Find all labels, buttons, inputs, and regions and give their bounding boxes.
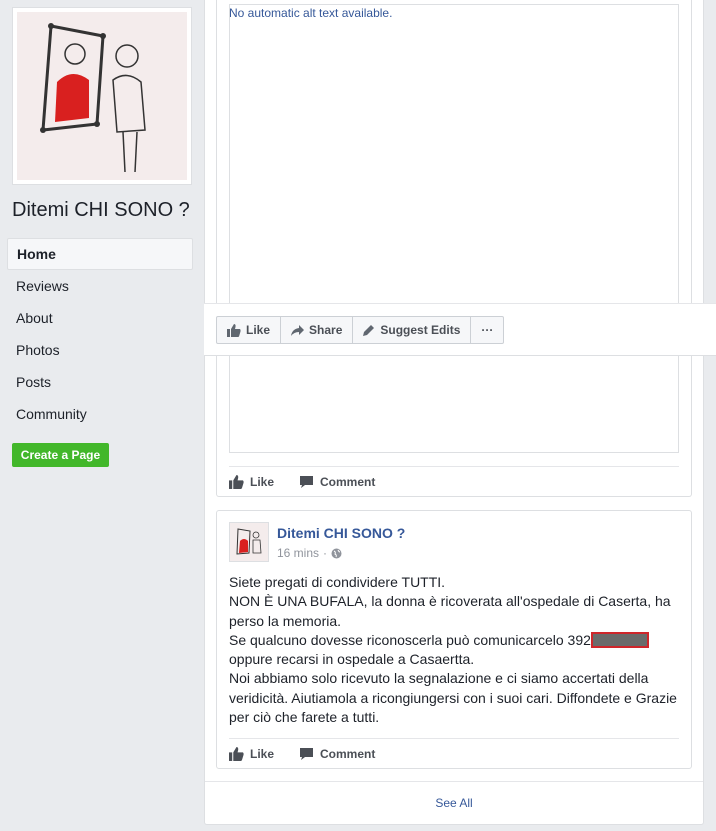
post-line-phone: Se qualcuno dovesse riconoscerla può com…	[229, 631, 681, 650]
comment-bubble-icon	[299, 475, 314, 489]
post-line: Noi abbiamo solo ricevuto la segnalazion…	[229, 670, 677, 726]
post-meta: 16 mins ·	[277, 546, 342, 560]
nav-item-posts[interactable]: Posts	[7, 366, 193, 398]
suggest-edits-label: Suggest Edits	[380, 323, 461, 337]
nav-item-reviews[interactable]: Reviews	[7, 270, 193, 302]
nav-item-about[interactable]: About	[7, 302, 193, 334]
thumbs-up-icon	[229, 746, 244, 761]
comment-button[interactable]: Comment	[299, 475, 375, 489]
comment-label: Comment	[320, 474, 376, 489]
create-page-button[interactable]: Create a Page	[12, 443, 109, 467]
pencil-icon	[363, 324, 375, 336]
post-line: Siete pregati di condividere TUTTI.	[229, 574, 446, 590]
suggest-edits-button[interactable]: Suggest Edits	[353, 317, 472, 343]
post-line: NON È UNA BUFALA, la donna è ricoverata …	[229, 593, 671, 629]
like-label: Like	[250, 474, 275, 489]
more-options-button[interactable]: ···	[471, 317, 503, 343]
comment-label: Comment	[320, 746, 376, 761]
page-cover-photo[interactable]	[12, 7, 192, 185]
author-avatar[interactable]	[229, 522, 269, 562]
post-line: oppure recarsi in ospedale a Casaertta.	[229, 651, 475, 668]
post-body: Siete pregati di condividere TUTTI. NON …	[229, 573, 681, 727]
cover-illustration	[17, 12, 187, 180]
thumbs-up-icon	[229, 474, 244, 489]
photo-like-button[interactable]: Like	[217, 317, 282, 343]
post-line-phone-text: Se qualcuno dovesse riconoscerla può com…	[229, 631, 591, 648]
like-button[interactable]: Like	[229, 475, 274, 489]
comment-bubble-icon	[299, 747, 314, 761]
page-name[interactable]: Ditemi CHI SONO ?	[12, 199, 190, 222]
redacted-phone-number	[590, 631, 649, 648]
share-arrow-icon	[291, 324, 305, 336]
nav-item-community[interactable]: Community	[7, 398, 193, 430]
meta-separator: ·	[323, 546, 328, 560]
photo-like-label: Like	[246, 323, 271, 337]
photo-share-button[interactable]: Share	[281, 317, 354, 343]
text-post-actions: Like Comment	[229, 738, 679, 768]
nav-item-photos[interactable]: Photos	[7, 334, 193, 366]
photo-post-actions: Like Comment	[229, 466, 679, 496]
globe-icon	[331, 548, 342, 559]
post-photo[interactable]	[229, 4, 679, 453]
nav-item-home[interactable]: Home	[7, 238, 193, 270]
photo-alt-text: No automatic alt text available.	[229, 6, 393, 20]
like-label: Like	[250, 746, 275, 761]
see-all-link[interactable]: See All	[205, 781, 703, 825]
thumbs-up-icon	[227, 323, 241, 337]
like-button[interactable]: Like	[229, 747, 274, 761]
post-author-name[interactable]: Ditemi CHI SONO ?	[277, 525, 405, 541]
more-dots-icon: ···	[481, 323, 494, 337]
comment-button[interactable]: Comment	[299, 747, 375, 761]
page-nav: Home Reviews About Photos Posts Communit…	[7, 238, 193, 430]
photo-action-group: Like Share Suggest Edits ···	[216, 316, 505, 344]
post-timestamp[interactable]: 16 mins	[277, 546, 319, 560]
photo-share-label: Share	[309, 323, 343, 337]
